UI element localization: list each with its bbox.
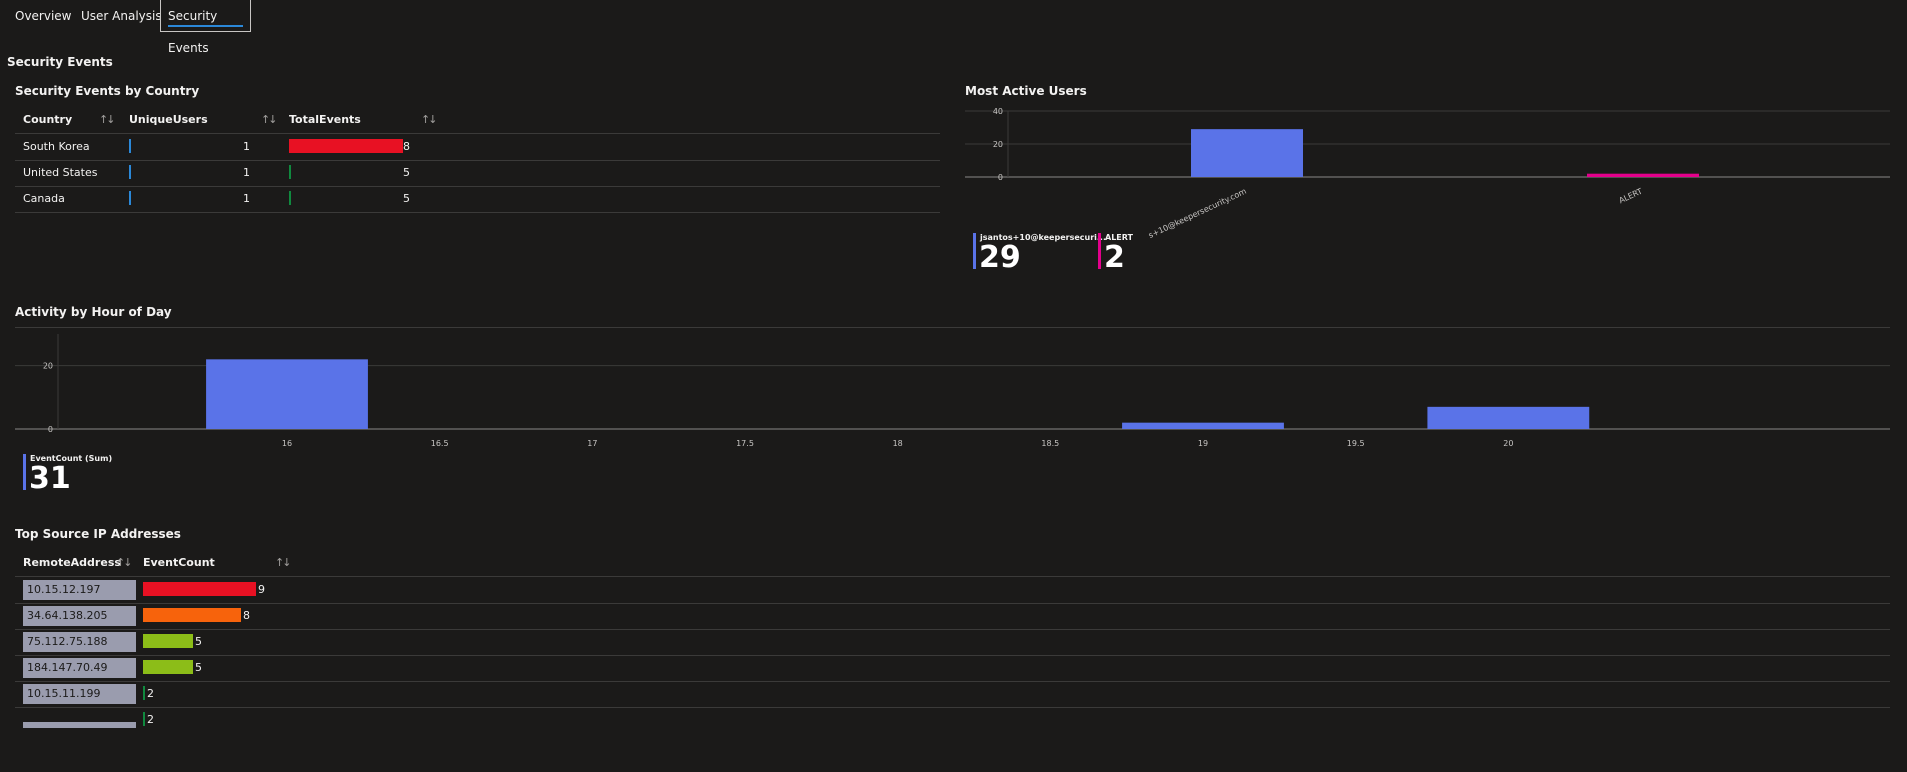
x-tick-label: 16.5	[431, 439, 449, 448]
bar[interactable]	[1587, 173, 1699, 177]
cell-event-count: 8	[243, 609, 250, 622]
col-header-unique-users[interactable]: UniqueUsers	[129, 113, 208, 126]
x-tick-label: 20	[1503, 439, 1513, 448]
event-count-bar	[143, 686, 145, 700]
row-divider	[15, 212, 940, 213]
x-tick-label: 19	[1198, 439, 1208, 448]
x-tick-label: 17	[587, 439, 597, 448]
country-table-title: Security Events by Country	[15, 84, 200, 98]
tab-user-analysis-label: User Analysis	[81, 9, 162, 23]
tab-user-analysis[interactable]: User Analysis	[74, 0, 169, 32]
ip-address-cell	[23, 722, 136, 728]
total-events-bar	[289, 191, 291, 205]
legend-value: 29	[979, 240, 1021, 275]
row-divider	[15, 160, 940, 161]
unique-users-bar	[129, 165, 131, 179]
cell-event-count: 2	[147, 713, 154, 726]
sort-icon[interactable]: ↑↓	[421, 113, 438, 126]
legend-value: 31	[29, 461, 71, 496]
bar[interactable]	[1191, 129, 1303, 177]
y-tick-label: 20	[43, 362, 53, 371]
unique-users-bar	[129, 191, 131, 205]
y-tick-label: 40	[993, 107, 1003, 116]
row-divider	[15, 707, 1890, 708]
total-events-bar	[289, 165, 291, 179]
cell-event-count: 2	[147, 687, 154, 700]
tab-overview-label: Overview	[15, 9, 72, 23]
panel-divider	[15, 327, 1890, 328]
cell-total-events: 5	[403, 192, 410, 205]
x-tick-label: 16	[282, 439, 292, 448]
col-header-remote-address[interactable]: RemoteAddress	[23, 556, 121, 569]
ip-address-cell: 75.112.75.188	[23, 632, 136, 652]
row-divider	[15, 629, 1890, 630]
col-header-event-count[interactable]: EventCount	[143, 556, 215, 569]
event-count-bar	[143, 660, 193, 674]
row-divider	[15, 655, 1890, 656]
tab-security-events-label: Security Events	[168, 9, 218, 55]
tab-overview[interactable]: Overview	[8, 0, 79, 32]
legend-swatch	[23, 454, 26, 490]
hour-chart-svg: 20 0 16 16.5 17 17.5 18 18.5 19 19.5 20	[15, 334, 1890, 448]
cell-event-count: 5	[195, 661, 202, 674]
legend-value: 2	[1104, 240, 1125, 275]
sort-icon[interactable]: ↑↓	[275, 556, 292, 569]
legend-swatch	[973, 233, 976, 269]
x-tick-label: ALERT	[1618, 187, 1644, 206]
section-title: Security Events	[7, 55, 113, 69]
cell-unique-users: 1	[243, 140, 250, 153]
active-tab-indicator	[168, 25, 243, 27]
ip-table-title: Top Source IP Addresses	[15, 527, 181, 541]
cell-total-events: 8	[403, 140, 410, 153]
x-tick-label: 18	[893, 439, 903, 448]
event-count-bar	[143, 582, 256, 596]
bar[interactable]	[1122, 422, 1284, 429]
legend-swatch	[1098, 233, 1101, 269]
ip-address-cell: 10.15.11.199	[23, 684, 136, 704]
x-tick-label: 19.5	[1347, 439, 1365, 448]
y-tick-label: 0	[998, 173, 1003, 182]
bar[interactable]	[206, 359, 368, 429]
cell-country: United States	[23, 166, 98, 179]
cell-event-count: 5	[195, 635, 202, 648]
header-divider	[15, 576, 1890, 577]
ip-address-cell: 10.15.12.197	[23, 580, 136, 600]
event-count-bar	[143, 608, 241, 622]
event-count-bar	[143, 712, 145, 726]
header-divider	[15, 133, 940, 134]
bar[interactable]	[1427, 406, 1590, 429]
sort-icon[interactable]: ↑↓	[261, 113, 278, 126]
sort-icon[interactable]: ↑↓	[99, 113, 116, 126]
cell-event-count: 9	[258, 583, 265, 596]
x-tick-label: 18.5	[1041, 439, 1059, 448]
event-count-bar	[143, 634, 193, 648]
active-users-title: Most Active Users	[965, 84, 1087, 98]
cell-unique-users: 1	[243, 192, 250, 205]
cell-country: South Korea	[23, 140, 90, 153]
hour-chart-title: Activity by Hour of Day	[15, 305, 172, 319]
col-header-country[interactable]: Country	[23, 113, 72, 126]
tab-security-events[interactable]: Security Events	[160, 0, 251, 55]
unique-users-bar	[129, 139, 131, 153]
sort-icon[interactable]: ↑↓	[116, 556, 133, 569]
ip-address-cell: 34.64.138.205	[23, 606, 136, 626]
row-divider	[15, 681, 1890, 682]
y-tick-label: 20	[993, 140, 1003, 149]
y-tick-label: 0	[48, 425, 53, 434]
ip-address-cell: 184.147.70.49	[23, 658, 136, 678]
x-tick-label: 17.5	[736, 439, 754, 448]
row-divider	[15, 186, 940, 187]
cell-unique-users: 1	[243, 166, 250, 179]
x-tick-label: s+10@keepersecurity.com	[1147, 187, 1248, 240]
hour-chart: 20 0 16 16.5 17 17.5 18 18.5 19 19.5 20	[15, 330, 1890, 450]
row-divider	[15, 603, 1890, 604]
col-header-total-events[interactable]: TotalEvents	[289, 113, 361, 126]
cell-total-events: 5	[403, 166, 410, 179]
cell-country: Canada	[23, 192, 65, 205]
